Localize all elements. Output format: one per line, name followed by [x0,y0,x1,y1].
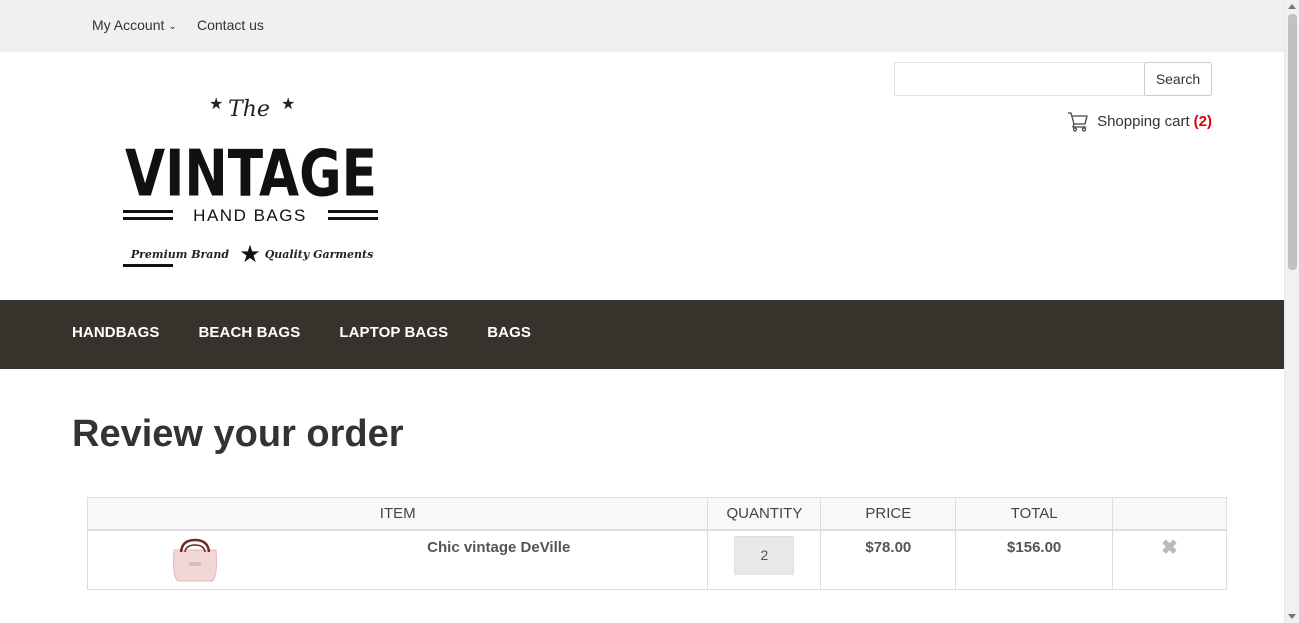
product-thumbnail[interactable] [168,537,222,584]
quantity-cell [707,529,822,590]
page: My Account ⌄ Contact us ★ ★ The VINTAGE H… [0,0,1284,623]
my-account-label: My Account [92,17,165,33]
site-header: ★ ★ The VINTAGE HAND BAGS Premium Brand … [0,52,1284,300]
main-navigation: HANDBAGS BEACH BAGS LAPTOP BAGS BAGS [0,300,1284,369]
scroll-up-arrow-icon[interactable] [1288,4,1296,9]
shopping-cart-label: Shopping cart [1097,112,1190,130]
star-icon: ★ [209,96,223,113]
logo-tagline-left: Premium Brand [130,248,230,261]
logo-rule-left-top [123,210,173,213]
logo-rule-left-bottom [123,217,173,220]
logo-handbags-text: HAND BAGS [193,206,307,225]
my-account-dropdown[interactable]: My Account ⌄ [92,17,177,33]
price-cell: $78.00 [820,529,957,590]
table-header-row: ITEM QUANTITY PRICE TOTAL [86,497,1227,531]
line-total: $156.00 [1007,538,1062,556]
chevron-down-icon: ⌄ [168,21,177,32]
star-icon: ★ [239,241,261,268]
search-button[interactable]: Search [1144,62,1212,96]
logo-rule-right-top [328,210,378,213]
table-row: Chic vintage DeVille $78.00 $156.00 ✖ [86,529,1227,590]
shopping-cart-link[interactable]: Shopping cart (2) [1067,110,1212,132]
logo-tagline-right: Quality Garments [265,248,374,261]
logo-the-text: The [228,97,270,122]
order-table: ITEM QUANTITY PRICE TOTAL Chic vintage D… [86,497,1227,590]
quantity-input[interactable] [734,535,795,575]
nav-item-beach-bags[interactable]: BEACH BAGS [198,324,300,341]
nav-item-laptop-bags[interactable]: LAPTOP BAGS [339,324,448,341]
column-header-quantity: QUANTITY [707,497,822,531]
search-input[interactable] [894,62,1145,96]
shopping-cart-icon [1068,112,1088,132]
logo-rule-right-bottom [328,217,378,220]
top-utility-bar: My Account ⌄ Contact us [0,0,1284,52]
star-icon: ★ [281,96,295,113]
column-header-price: PRICE [820,497,957,531]
cart-count-badge: (2) [1193,112,1212,130]
logo-rule-left [123,264,173,267]
nav-item-bags[interactable]: BAGS [487,324,531,341]
page-title: Review your order [72,413,404,455]
contact-us-link[interactable]: Contact us [197,17,264,33]
unit-price: $78.00 [865,538,912,556]
total-cell: $156.00 [955,529,1114,590]
scroll-down-arrow-icon[interactable] [1288,614,1296,619]
vintage-handbags-logo[interactable]: ★ ★ The VINTAGE HAND BAGS Premium Brand … [118,92,384,277]
column-header-remove [1112,497,1227,531]
column-header-item: ITEM [86,497,709,531]
vertical-scrollbar[interactable] [1284,0,1299,623]
close-x-icon[interactable]: ✖ [1161,537,1178,559]
product-name-link[interactable]: Chic vintage DeVille [427,539,570,556]
scrollbar-thumb[interactable] [1288,14,1297,270]
nav-item-handbags[interactable]: HANDBAGS [72,324,159,341]
logo-vintage-text: VINTAGE [125,136,377,210]
item-cell: Chic vintage DeVille [86,529,709,590]
remove-cell: ✖ [1112,529,1227,590]
column-header-total: TOTAL [955,497,1114,531]
